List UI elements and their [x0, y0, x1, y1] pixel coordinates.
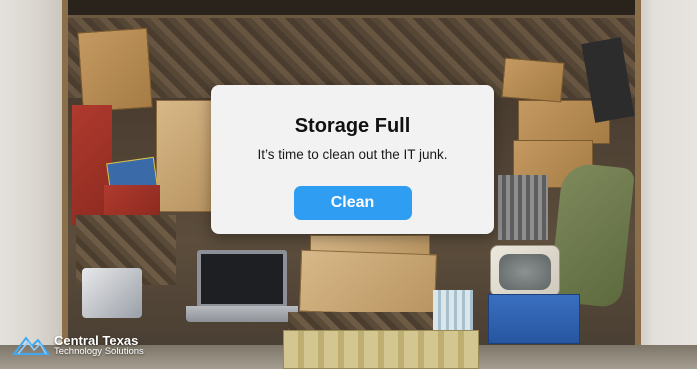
- logo-text: Central Texas Technology Solutions: [54, 334, 144, 357]
- cardboard-box: [77, 27, 153, 113]
- dialog-title: Storage Full: [294, 115, 411, 137]
- cardboard-box: [156, 100, 212, 212]
- old-laptop-base: [186, 306, 298, 322]
- garage-ceiling: [68, 0, 635, 18]
- cardboard-box: [298, 249, 438, 317]
- crt-television: [490, 245, 560, 297]
- metal-crate: [498, 175, 548, 240]
- garage-wall-left: [0, 0, 68, 345]
- garage-wall-right: [635, 0, 697, 345]
- clean-button[interactable]: Clean: [293, 186, 412, 220]
- blue-storage-bin: [488, 294, 580, 344]
- plastic-wrapped-item: [548, 161, 635, 309]
- storage-full-dialog: Storage Full It’s time to clean out the …: [211, 85, 494, 234]
- cardboard-box: [501, 57, 565, 103]
- old-laptop-screen: [197, 250, 287, 308]
- garage-scene: Central Texas Technology Solutions Stora…: [0, 0, 697, 369]
- red-box: [104, 185, 160, 215]
- crt-screen: [499, 254, 551, 290]
- company-logo: Central Texas Technology Solutions: [12, 334, 144, 357]
- company-tagline: Technology Solutions: [54, 346, 144, 357]
- dialog-message: It’s time to clean out the IT junk.: [257, 147, 448, 162]
- floor-mat: [283, 330, 479, 369]
- logo-mark-icon: [12, 336, 50, 356]
- printer: [82, 268, 142, 318]
- water-bottles: [433, 290, 473, 330]
